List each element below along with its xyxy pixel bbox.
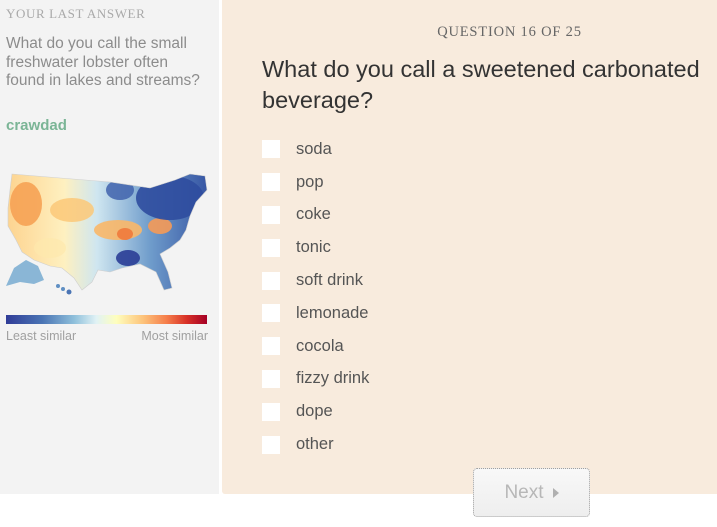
option-label: coke [296,205,331,224]
legend-least-label: Least similar [6,329,77,343]
answer-option[interactable]: other [262,428,369,461]
question-panel: Question 16 of 25 What do you call a swe… [222,0,717,494]
legend-most-label: Most similar [141,329,208,343]
checkbox[interactable] [262,435,280,454]
similarity-legend-bar [6,315,207,324]
last-question-text: What do you call the small freshwater lo… [6,35,200,89]
question-counter: Question 16 of 25 [437,24,582,40]
us-similarity-map-icon [6,173,208,295]
checkbox[interactable] [262,402,280,421]
answer-option[interactable]: tonic [262,231,369,264]
next-label: Next [504,481,544,503]
last-answer-heading: Your Last Answer [6,6,146,21]
last-answer-sidebar: Your Last Answer What do you call the sm… [0,0,219,494]
answer-option[interactable]: fizzy drink [262,363,369,396]
answer-option[interactable]: soda [262,133,369,166]
option-label: tonic [296,238,331,257]
option-label: lemonade [296,303,369,322]
option-label: soda [296,139,332,158]
question-title: What do you call a sweetened carbonated … [262,56,700,113]
last-answer-value: crawdad [6,117,67,134]
checkbox[interactable] [262,369,280,388]
checkbox[interactable] [262,337,280,356]
answer-option[interactable]: coke [262,199,369,232]
answer-option[interactable]: pop [262,166,369,199]
option-label: pop [296,172,324,191]
answer-option[interactable]: soft drink [262,264,369,297]
checkbox[interactable] [262,238,280,257]
checkbox[interactable] [262,140,280,159]
option-label: other [296,435,334,454]
answer-options: soda pop coke tonic soft drink lemonade … [262,133,369,461]
option-label: soft drink [296,271,363,290]
checkbox[interactable] [262,205,280,224]
answer-option[interactable]: cocola [262,330,369,363]
answer-option[interactable]: dope [262,395,369,428]
checkbox[interactable] [262,271,280,290]
option-label: cocola [296,336,344,355]
answer-option[interactable]: lemonade [262,297,369,330]
option-label: dope [296,402,333,421]
checkbox[interactable] [262,173,280,192]
next-button[interactable]: Next [473,468,590,517]
triangle-right-icon [552,488,559,498]
option-label: fizzy drink [296,369,370,388]
checkbox[interactable] [262,304,280,323]
